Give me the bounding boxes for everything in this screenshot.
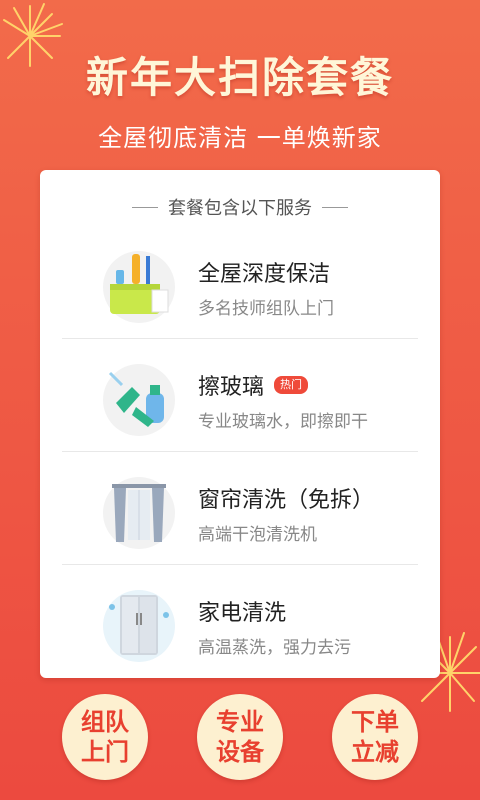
heading-divider [132,206,158,208]
feature-badges: 组队上门 专业设备 下单立减 [0,694,480,784]
hot-badge: 热门 [274,376,309,394]
service-name: 擦玻璃 热门 [198,369,309,401]
service-package-card: 套餐包含以下服务 全屋深度保洁 多名技师组队上门 擦玻璃 热门 专业玻璃水，即擦… [40,170,440,678]
list-item-appliance-cleaning[interactable]: 家电清洗 高温蒸洗，强力去污 [62,565,418,678]
curtain-icon [103,477,175,549]
list-item-window-cleaning[interactable]: 擦玻璃 热门 专业玻璃水，即擦即干 [62,339,418,452]
card-heading: 套餐包含以下服务 [40,194,440,220]
card-heading-text: 套餐包含以下服务 [168,198,312,219]
window-spray-icon [103,364,175,436]
service-desc: 高温蒸洗，强力去污 [198,638,351,658]
badge-professional-equipment: 专业设备 [197,694,283,780]
service-name: 窗帘清洗（免拆） [198,488,375,513]
service-name: 家电清洗 [198,601,287,626]
cleaning-bucket-icon [103,251,175,323]
page-title: 新年大扫除套餐 [85,53,394,102]
list-item-curtain-cleaning[interactable]: 窗帘清洗（免拆） 高端干泡清洗机 [62,452,418,565]
refrigerator-icon [103,590,175,662]
service-desc: 专业玻璃水，即擦即干 [198,412,368,432]
page-subtitle: 全屋彻底清洁 一单焕新家 [98,124,382,152]
service-desc: 高端干泡清洗机 [198,525,317,545]
list-item-whole-house-cleaning[interactable]: 全屋深度保洁 多名技师组队上门 [62,226,418,339]
badge-order-discount: 下单立减 [332,694,418,780]
badge-team-visit: 组队上门 [62,694,148,780]
service-name: 全屋深度保洁 [198,262,331,287]
service-desc: 多名技师组队上门 [198,299,334,319]
heading-divider [322,206,348,208]
